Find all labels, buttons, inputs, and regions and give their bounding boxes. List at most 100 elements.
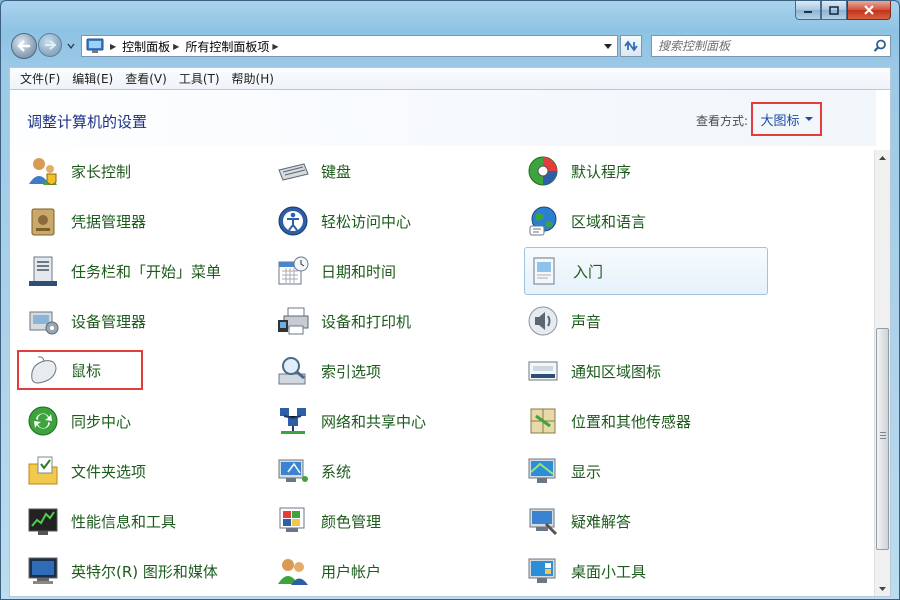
maximize-button[interactable]	[821, 1, 847, 20]
cp-item-notification-icons[interactable]: 通知区域图标	[510, 346, 770, 396]
color-management-icon	[276, 504, 310, 538]
cp-item-location-sensors[interactable]: 位置和其他传感器	[510, 396, 770, 446]
ease-of-access-icon	[276, 204, 310, 238]
cp-item-display[interactable]: 显示	[510, 446, 770, 496]
cp-item-troubleshooting[interactable]: 疑难解答	[510, 496, 770, 546]
cp-item-desktop-gadgets[interactable]: 桌面小工具	[510, 546, 770, 596]
close-icon	[864, 5, 874, 15]
close-button[interactable]	[847, 1, 891, 20]
cp-item-label: 任务栏和「开始」菜单	[71, 262, 222, 281]
cp-item-label: 家长控制	[71, 162, 132, 181]
cp-item-region-language[interactable]: 区域和语言	[510, 196, 770, 246]
address-dropdown-button[interactable]	[599, 36, 617, 56]
cp-item-credential-manager[interactable]: 凭据管理器	[10, 196, 270, 246]
cp-item-indexing[interactable]: 索引选项	[260, 346, 500, 396]
cp-item-label: 键盘	[321, 162, 352, 181]
menu-view[interactable]: 查看(V)	[119, 69, 173, 89]
mouse-icon	[26, 353, 60, 387]
arrow-left-icon	[17, 40, 30, 52]
cp-item-device-manager[interactable]: 设备管理器	[10, 296, 270, 346]
date-time-icon	[276, 254, 310, 288]
cp-item-date-time[interactable]: 日期和时间	[260, 246, 500, 296]
forward-button[interactable]	[38, 33, 62, 57]
breadcrumb-all-items[interactable]: 所有控制面板项	[185, 38, 269, 55]
cp-item-parental-controls[interactable]: 家长控制	[10, 146, 270, 196]
cp-item-intel-graphics[interactable]: 英特尔(R) 图形和媒体	[10, 546, 270, 596]
cp-item-label: 性能信息和工具	[71, 512, 177, 531]
cp-item-user-accounts[interactable]: 用户帐户	[260, 546, 500, 596]
navigation-bar: ▶ 控制面板 ▶ 所有控制面板项 ▶	[1, 29, 900, 63]
sync-center-icon	[26, 404, 60, 438]
device-manager-icon	[26, 304, 60, 338]
cp-item-getting-started[interactable]: 入门	[524, 247, 768, 295]
menu-file[interactable]: 文件(F)	[14, 69, 66, 89]
cp-item-label: 轻松访问中心	[321, 212, 412, 231]
cp-item-keyboard[interactable]: 键盘	[260, 146, 500, 196]
menu-help[interactable]: 帮助(H)	[226, 69, 280, 89]
cp-item-label: 疑难解答	[571, 512, 632, 531]
taskbar-icon	[26, 254, 60, 288]
view-by-label: 查看方式:	[696, 114, 749, 128]
search-icon[interactable]	[870, 36, 890, 56]
refresh-button[interactable]	[620, 35, 642, 57]
cp-item-default-programs[interactable]: 默认程序	[510, 146, 770, 196]
folder-options-icon	[26, 454, 60, 488]
cp-item-label: 网络和共享中心	[321, 412, 427, 431]
region-language-icon	[526, 204, 560, 238]
sound-icon	[526, 304, 560, 338]
window-frame: ▶ 控制面板 ▶ 所有控制面板项 ▶ 文件(F) 编辑(E) 查看(V) 工具(…	[0, 0, 900, 600]
cp-item-performance[interactable]: 性能信息和工具	[10, 496, 270, 546]
cp-item-network-sharing[interactable]: 网络和共享中心	[260, 396, 500, 446]
cp-item-sound[interactable]: 声音	[510, 296, 770, 346]
breadcrumb-separator[interactable]: ▶	[173, 42, 179, 51]
chevron-down-icon	[879, 586, 886, 591]
cp-item-taskbar[interactable]: 任务栏和「开始」菜单	[10, 246, 270, 296]
search-box[interactable]	[651, 35, 891, 57]
location-sensors-icon	[526, 404, 560, 438]
recent-pages-chevron-icon[interactable]	[66, 41, 76, 51]
scroll-up-button[interactable]	[875, 150, 890, 165]
control-panel-icon	[86, 38, 104, 53]
cp-item-ease-of-access[interactable]: 轻松访问中心	[260, 196, 500, 246]
cp-item-sync-center[interactable]: 同步中心	[10, 396, 270, 446]
cp-item-label: 索引选项	[321, 362, 382, 381]
devices-printers-icon	[276, 304, 310, 338]
cp-item-color-management[interactable]: 颜色管理	[260, 496, 500, 546]
scroll-grip-icon	[880, 432, 886, 440]
view-by-value: 大图标	[760, 113, 800, 129]
cp-item-label: 声音	[571, 312, 602, 331]
intel-graphics-icon	[26, 554, 60, 588]
indexing-icon	[276, 354, 310, 388]
cp-item-folder-options[interactable]: 文件夹选项	[10, 446, 270, 496]
notification-icons-icon	[526, 354, 560, 388]
vertical-scrollbar[interactable]	[874, 150, 890, 596]
cp-item-system[interactable]: 系统	[260, 446, 500, 496]
cp-item-label: 区域和语言	[571, 212, 647, 231]
control-panel-items: 家长控制凭据管理器任务栏和「开始」菜单设备管理器 鼠标同步中心 文件夹选项性能信息和…	[10, 146, 876, 596]
menu-edit[interactable]: 编辑(E)	[66, 69, 119, 89]
scroll-down-button[interactable]	[875, 581, 890, 596]
scroll-thumb[interactable]	[876, 328, 889, 550]
troubleshooting-icon	[526, 504, 560, 538]
menu-bar: 文件(F) 编辑(E) 查看(V) 工具(T) 帮助(H)	[9, 67, 891, 89]
system-icon	[276, 454, 310, 488]
view-by-dropdown[interactable]: 大图标	[751, 102, 822, 136]
menu-tools[interactable]: 工具(T)	[173, 69, 226, 89]
back-button[interactable]	[11, 33, 37, 59]
breadcrumb-control-panel[interactable]: 控制面板	[122, 38, 170, 55]
cp-item-mouse[interactable]: 鼠标	[17, 350, 143, 390]
cp-item-label: 通知区域图标	[571, 362, 662, 381]
network-sharing-icon	[276, 404, 310, 438]
panel-header: 调整计算机的设置 查看方式: 大图标	[10, 90, 876, 146]
search-input[interactable]	[652, 37, 870, 55]
getting-started-icon	[528, 254, 562, 288]
default-programs-icon	[526, 154, 560, 188]
address-bar[interactable]: ▶ 控制面板 ▶ 所有控制面板项 ▶	[81, 35, 618, 57]
cp-item-label: 入门	[573, 262, 604, 281]
breadcrumb-separator[interactable]: ▶	[272, 42, 278, 51]
breadcrumb-separator[interactable]: ▶	[110, 42, 116, 51]
cp-item-label: 颜色管理	[321, 512, 382, 531]
cp-item-devices-printers[interactable]: 设备和打印机	[260, 296, 500, 346]
minimize-button[interactable]	[795, 1, 821, 20]
cp-item-label: 英特尔(R) 图形和媒体	[71, 562, 218, 581]
